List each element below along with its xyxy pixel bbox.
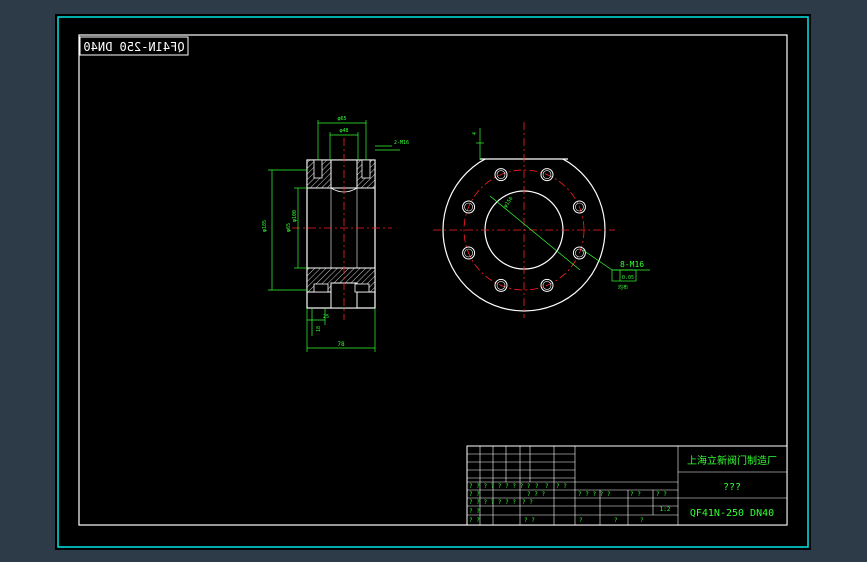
header-mark-4: ? ? [556, 483, 567, 490]
dim-inner: φ48 [339, 128, 348, 134]
dim-center: φ65 [286, 223, 292, 232]
dim-overall-width: 78 [337, 341, 345, 348]
dim-left-height: φ185 [262, 220, 268, 232]
bottom-mark-1: ? ? [469, 517, 480, 524]
bottom-mark-3: ? [579, 517, 583, 524]
cad-drawing-canvas[interactable]: QF41N-250 DN40 φ65 φ48 2-M16 φ185 φ65 φ1… [0, 0, 867, 562]
callout-sub: 均布 [618, 284, 628, 291]
scale: 1:2 [660, 506, 671, 513]
header-mark-2: ? ? [656, 491, 667, 498]
title-row-6: ? ? ? ? ? [578, 491, 611, 498]
bottom-bolt-hole-right [354, 283, 370, 293]
bottom-mark-5: ? [640, 517, 644, 524]
title-row-1: ? ? ? ? ? ? ? ? ? [469, 483, 531, 490]
header-mark-5: ? [535, 483, 539, 490]
dim-bottom-mid: 25 [323, 314, 329, 320]
bottom-mark-4: ? [614, 517, 618, 524]
mirrored-title-text: QF41N-250 DN40 [83, 40, 184, 54]
drawing-number: QF41N-250 DN40 [690, 508, 774, 519]
dim-top-width: φ65 [337, 116, 346, 122]
callout-thread: 8-M16 [620, 260, 644, 269]
mirrored-title-box: QF41N-250 DN40 [79, 36, 189, 56]
header-mark-1: ? ? [630, 491, 641, 498]
dim-side-thread: 2-M16 [394, 140, 409, 146]
header-mark-6: ? [545, 483, 549, 490]
title-row-2: ? ? [469, 491, 480, 498]
callout-box-value: 0.05 [622, 275, 634, 281]
company-name: 上海立新阀门制造厂 [687, 454, 777, 467]
title-block: 上海立新阀门制造厂 ??? QF41N-250 DN40 1:2 ? ? ? ?… [466, 445, 788, 526]
bottom-bolt-hole-left [313, 283, 329, 293]
dim-small: 4 [472, 132, 478, 135]
top-bolt-hole-left [313, 159, 323, 179]
title-row-3: ? ? ? [527, 491, 545, 498]
title-row-4: ? ? ? ? ? ? ? [469, 499, 516, 506]
top-bolt-hole-right [361, 159, 371, 179]
dim-mid: φ100 [292, 210, 298, 222]
bottom-mark-2: ? ? [524, 517, 535, 524]
part-name: ??? [723, 482, 741, 493]
header-mark-3: ? ? [522, 499, 533, 506]
title-row-5: ? ? [469, 508, 480, 515]
dim-bottom-left: 18 [316, 326, 322, 332]
